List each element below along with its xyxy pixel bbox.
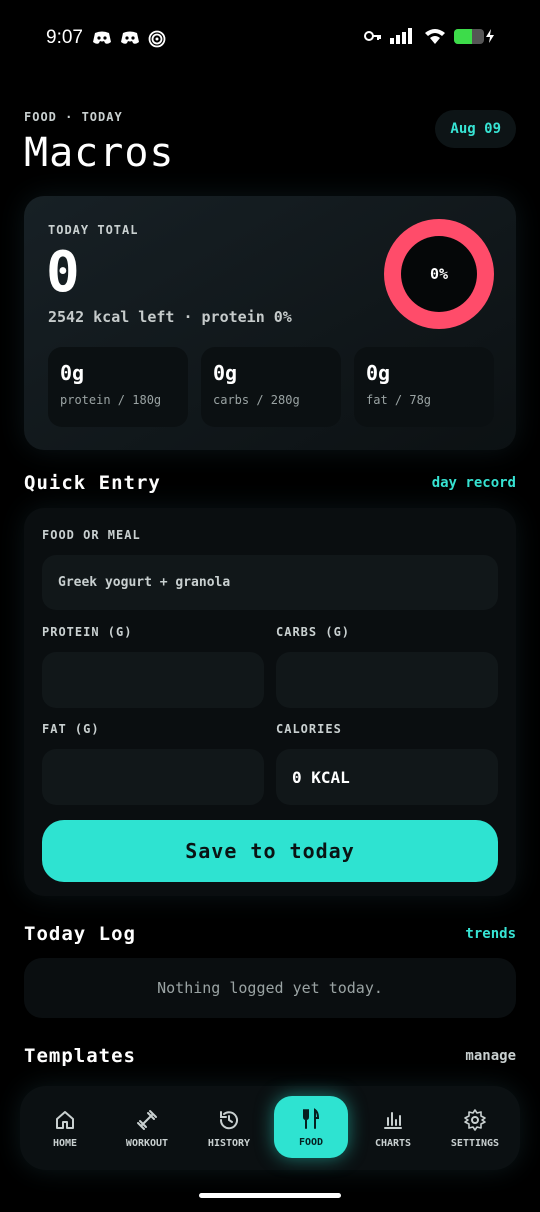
today-log-empty: Nothing logged yet today. [24, 958, 516, 1018]
date-chip[interactable]: Aug 09 [435, 110, 516, 148]
fat-label: FAT (G) [42, 722, 100, 736]
discord-icon [93, 31, 111, 44]
nav-home[interactable]: HOME [24, 1086, 106, 1170]
protein-progress-ring: 0% [384, 219, 494, 329]
nav-charts[interactable]: CHARTS [352, 1086, 434, 1170]
macro-target: protein / 180g [60, 393, 162, 407]
ring-percent: 0% [401, 236, 477, 312]
nav-history[interactable]: HISTORY [188, 1086, 270, 1170]
carbs-input[interactable] [276, 652, 498, 708]
wifi-icon [425, 29, 445, 44]
macro-target: carbs / 280g [213, 393, 300, 407]
nav-settings[interactable]: SETTINGS [434, 1086, 516, 1170]
protein-label: PROTEIN (G) [42, 625, 133, 639]
dumbbell-icon [137, 1109, 157, 1130]
nav-food[interactable]: FOOD [274, 1096, 348, 1158]
trends-link[interactable]: trends [465, 926, 516, 942]
home-indicator[interactable] [199, 1193, 341, 1198]
status-time: 9:07 [46, 27, 83, 48]
discord-icon [121, 31, 139, 44]
nav-label: HOME [52, 1137, 78, 1149]
nav-label: SETTINGS [450, 1137, 500, 1149]
history-icon [219, 1110, 238, 1129]
nav-workout[interactable]: WORKOUT [106, 1086, 188, 1170]
save-button[interactable]: Save to today [42, 820, 498, 882]
macro-carbs: 0g carbs / 280g [201, 347, 341, 427]
macro-value: 0g [213, 361, 238, 385]
macro-fat: 0g fat / 78g [354, 347, 494, 427]
page-eyebrow: FOOD · TODAY [24, 110, 123, 124]
system-icons [364, 28, 494, 44]
nav-label: FOOD [298, 1136, 324, 1148]
food-input[interactable]: Greek yogurt + granola [42, 555, 498, 610]
calories-label: CALORIES [276, 722, 342, 736]
bar-chart-icon [384, 1111, 402, 1129]
gear-icon [464, 1108, 486, 1131]
bottom-nav: HOME WORKOUT HISTORY FOOD CHARTS SETTING… [20, 1086, 520, 1170]
notification-icons [92, 30, 166, 48]
macro-protein: 0g protein / 180g [48, 347, 188, 427]
nav-label: WORKOUT [125, 1137, 169, 1149]
carbs-label: CARBS (G) [276, 625, 351, 639]
page-title: Macros [24, 130, 175, 176]
spiral-icon [148, 30, 166, 48]
signal-icon [390, 28, 412, 44]
today-total-label: TODAY TOTAL [48, 223, 139, 237]
today-summary: 2542 kcal left · protein 0% [48, 308, 292, 326]
macro-target: fat / 78g [366, 393, 432, 407]
fat-input[interactable] [42, 749, 264, 805]
today-log-title: Today Log [24, 923, 136, 945]
key-icon [364, 31, 381, 41]
food-label: FOOD OR MEAL [42, 528, 141, 542]
quick-entry-title: Quick Entry [24, 472, 161, 494]
day-record-link[interactable]: day record [432, 475, 516, 491]
calories-value: 0 KCAL [276, 749, 498, 805]
macro-value: 0g [60, 361, 85, 385]
protein-input[interactable] [42, 652, 264, 708]
nav-label: HISTORY [207, 1137, 251, 1149]
macro-value: 0g [366, 361, 391, 385]
utensils-icon [303, 1107, 320, 1129]
today-total-value: 0 [46, 240, 80, 305]
templates-title: Templates [24, 1045, 136, 1067]
battery-icon [454, 28, 494, 44]
nav-label: CHARTS [374, 1137, 412, 1149]
manage-link[interactable]: manage [465, 1048, 516, 1064]
home-icon [56, 1110, 74, 1129]
